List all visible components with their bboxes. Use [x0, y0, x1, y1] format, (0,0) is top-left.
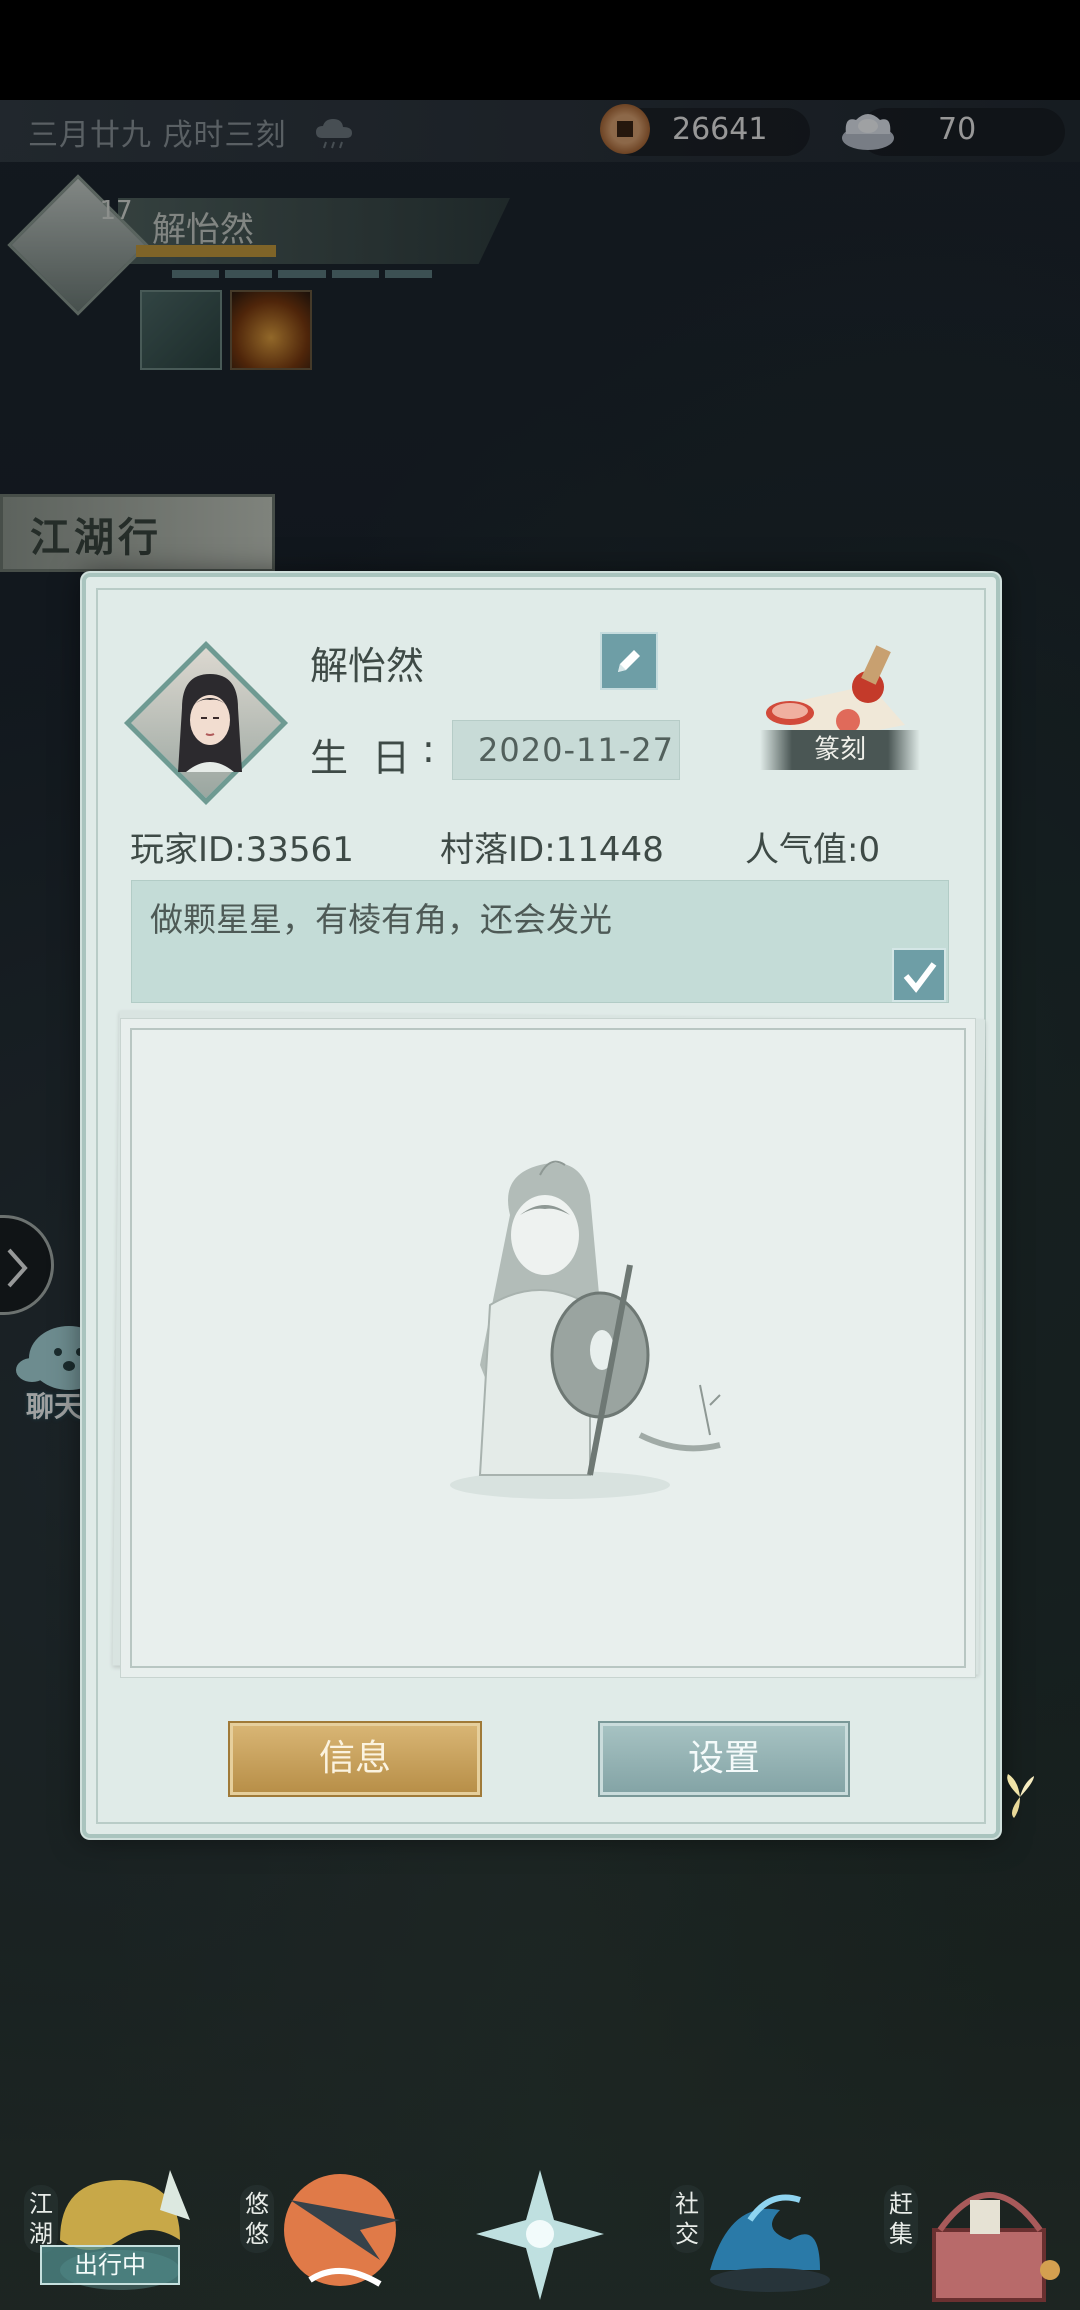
- player-name: 解怡然: [310, 644, 425, 688]
- butterfly-icon: [1007, 1774, 1034, 1818]
- jianghu-nav-label[interactable]: 江湖: [24, 2185, 58, 2253]
- signature-text[interactable]: 做颗星星，有棱有角，还会发光: [150, 893, 612, 941]
- info-button[interactable]: 信息: [230, 1723, 480, 1795]
- jianghu-nav-icon[interactable]: [50, 2160, 210, 2310]
- player-id: 玩家ID:33561: [130, 830, 354, 870]
- youyou-nav-icon[interactable]: [270, 2160, 410, 2310]
- checkmark-icon: [903, 962, 937, 993]
- market-basket-icon[interactable]: [920, 2160, 1070, 2310]
- settings-button[interactable]: 设置: [600, 1723, 848, 1795]
- edit-name-button[interactable]: [600, 632, 658, 690]
- popularity-value: 人气值:0: [745, 830, 881, 870]
- character-sketch-illustration: [450, 1160, 721, 1499]
- compass-star-icon[interactable]: [470, 2160, 610, 2310]
- profile-avatar: [178, 674, 242, 772]
- birthday-colon: :: [422, 727, 435, 771]
- birthday-value: 2020-11-27: [478, 731, 674, 769]
- birthday-label: 生日: [310, 736, 435, 780]
- market-nav-label[interactable]: 赶集: [884, 2185, 918, 2253]
- village-id: 村落ID:11448: [440, 830, 664, 870]
- confirm-signature-button[interactable]: [892, 948, 946, 1002]
- social-wave-icon[interactable]: [690, 2160, 840, 2310]
- social-nav-label[interactable]: 社交: [670, 2185, 704, 2253]
- pencil-icon: [618, 650, 640, 672]
- traveling-badge: 出行中: [40, 2245, 180, 2285]
- youyou-nav-label[interactable]: 悠悠: [240, 2185, 274, 2253]
- seal-carving-label[interactable]: 篆刻: [760, 730, 920, 770]
